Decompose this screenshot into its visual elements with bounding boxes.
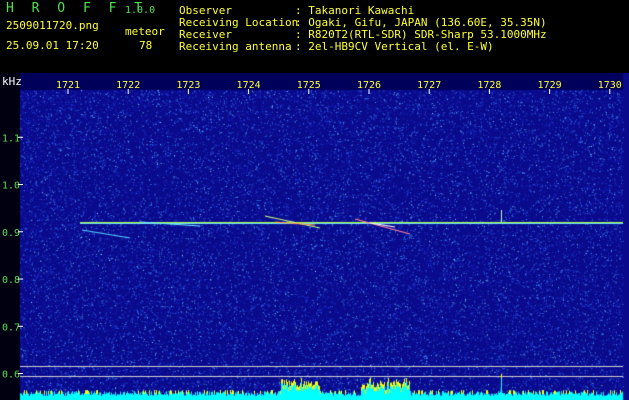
spectrogram-overlay: 1721 1722 1723 1724 1725 1726 1727 1728 1729 1730… (2, 80, 622, 381)
y-tick-label: 1.0 (2, 181, 20, 192)
y-tick-label: 0.8 (2, 275, 20, 286)
version-label: 1.0.0 (125, 5, 156, 16)
filename: 2509011720.png (6, 19, 99, 32)
timestamp: 25.09.01 17:20 (6, 39, 99, 52)
y-tick-label: 1.1 (2, 133, 20, 144)
detection-label: meteor (125, 25, 165, 38)
y-tick-label: 0.9 (2, 228, 20, 239)
unit-label: kHz (2, 75, 22, 88)
antenna-label: Receiving antenna (179, 40, 292, 53)
y-tick-label: 0.7 (2, 322, 20, 333)
y-tick-label: 0.6 (2, 370, 20, 381)
header-panel: H R O F F T 1.0.0 2509011720.png 25.09.0… (0, 0, 629, 73)
detection-count: 78 (139, 39, 153, 52)
antenna-value: : 2el-HB9CV Vertical (el. E-W) (295, 40, 494, 53)
